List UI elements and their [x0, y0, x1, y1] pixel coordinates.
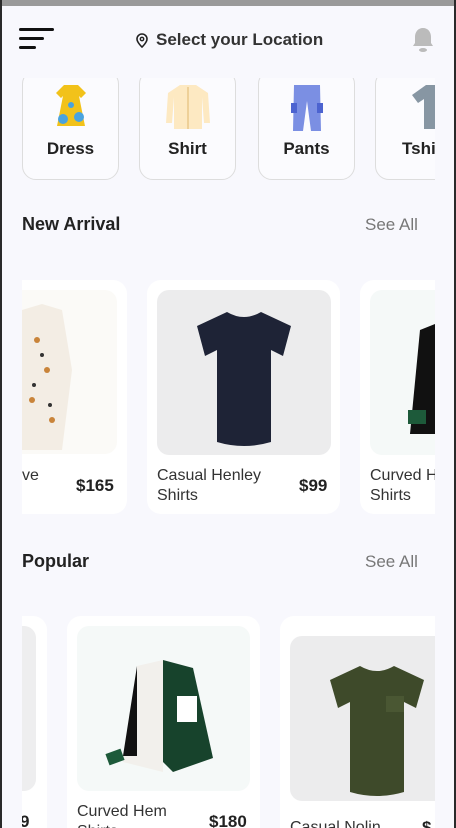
pants-icon	[290, 85, 323, 131]
product-price: $180	[209, 812, 247, 828]
menu-icon[interactable]	[19, 26, 55, 52]
popular-list[interactable]: 9 Curved Hem Shirts $180 Casual Nolin $	[22, 610, 435, 828]
product-name: Curved H Shirts	[370, 467, 435, 504]
product-price: $165	[76, 476, 114, 495]
product-card[interactable]: Curved H Shirts	[360, 280, 435, 514]
product-card[interactable]: 9	[22, 616, 47, 828]
category-label: Dress	[46, 139, 95, 158]
location-label: Select your Location	[156, 30, 324, 49]
new-arrival-list[interactable]: ve $165 Casual Henley Shirts $99 Curved …	[22, 274, 435, 514]
product-card[interactable]: Casual Henley Shirts $99	[147, 280, 340, 514]
category-label: Shirt	[168, 139, 207, 158]
popular-title: Popular	[22, 551, 90, 571]
category-dress[interactable]: Dress	[22, 78, 119, 180]
category-tshirt[interactable]: Tshi	[375, 78, 435, 180]
product-name: ve	[22, 467, 39, 484]
product-name: Casual Nolin	[290, 819, 381, 828]
product-name: Curved Hem Shirts	[77, 803, 167, 828]
product-image	[77, 626, 250, 791]
product-image	[290, 636, 435, 801]
product-price: 9	[22, 812, 29, 828]
bell-icon[interactable]	[411, 26, 435, 54]
product-card[interactable]: ve $165	[22, 280, 127, 514]
new-arrival-see-all[interactable]: See All	[365, 215, 418, 235]
popular-see-all[interactable]: See All	[365, 552, 418, 572]
product-image	[157, 290, 331, 455]
product-image	[22, 626, 36, 791]
product-name: Casual Henley Shirts	[157, 467, 262, 504]
tshirt-icon	[412, 85, 435, 129]
category-label: Tshi	[402, 139, 435, 158]
category-label: Pants	[283, 139, 330, 158]
location-pin-icon	[136, 32, 148, 48]
product-price: $99	[299, 476, 328, 495]
location-selector[interactable]: Select your Location	[136, 30, 323, 50]
new-arrival-title: New Arrival	[22, 214, 121, 234]
category-list[interactable]: Dress Shirt Pants Tshi	[22, 78, 435, 182]
product-price: $	[422, 818, 432, 828]
shirt-icon	[165, 85, 210, 129]
category-pants[interactable]: Pants	[258, 78, 355, 180]
home-screen: Select your Location Dress Shirt Pants T…	[2, 0, 454, 828]
product-image	[22, 290, 117, 454]
product-card[interactable]: Casual Nolin $	[280, 616, 435, 828]
product-image	[370, 290, 435, 455]
dress-icon	[55, 85, 86, 126]
category-shirt[interactable]: Shirt	[139, 78, 236, 180]
product-card[interactable]: Curved Hem Shirts $180	[67, 616, 260, 828]
